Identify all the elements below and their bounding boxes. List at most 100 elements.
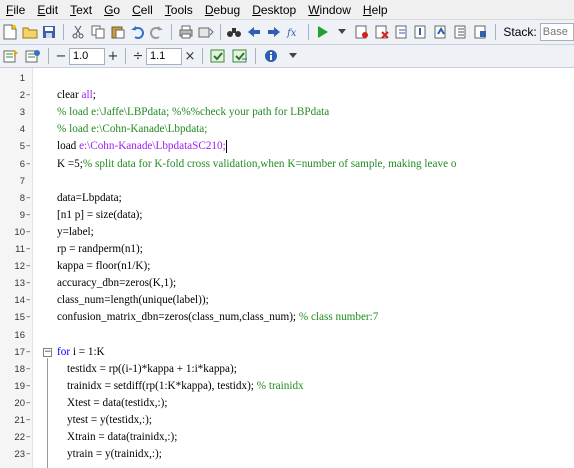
code-line[interactable]: 5– load e:\Cohn-Kanade\LbpdataSC210; bbox=[0, 138, 574, 155]
code-text[interactable]: Xtest = data(testidx,:); bbox=[67, 395, 167, 412]
code-line[interactable]: 13– accuracy_dbn=zeros(K,1); bbox=[0, 275, 574, 292]
menu-cell[interactable]: Cell bbox=[126, 0, 159, 20]
code-text[interactable]: class_num=length(unique(label)); bbox=[57, 292, 209, 309]
code-line[interactable]: 17– − for i = 1:K bbox=[0, 344, 574, 361]
code-text[interactable]: data=Lbpdata; bbox=[57, 190, 122, 207]
menu-text[interactable]: Text bbox=[64, 0, 98, 20]
save-icon[interactable] bbox=[41, 22, 59, 42]
code-line[interactable]: 8– data=Lbpdata; bbox=[0, 190, 574, 207]
code-line[interactable]: 20– Xtest = data(testidx,:); bbox=[0, 395, 574, 412]
code-text[interactable]: accuracy_dbn=zeros(K,1); bbox=[57, 275, 176, 292]
menu-edit[interactable]: Edit bbox=[31, 0, 64, 20]
evaluate-and-advance-icon[interactable] bbox=[230, 46, 250, 66]
redo-icon[interactable] bbox=[148, 22, 166, 42]
run-icon[interactable] bbox=[314, 22, 332, 42]
executable-line-marker[interactable]: – bbox=[26, 275, 33, 292]
code-line[interactable]: 14– class_num=length(unique(label)); bbox=[0, 292, 574, 309]
code-text[interactable]: testidx = rp((i-1)*kappa + 1:i*kappa); bbox=[67, 361, 237, 378]
executable-line-marker[interactable]: – bbox=[26, 309, 33, 326]
print-icon[interactable] bbox=[177, 22, 195, 42]
continue-icon[interactable] bbox=[452, 22, 470, 42]
menu-go[interactable]: Go bbox=[98, 0, 126, 20]
code-line[interactable]: 18– testidx = rp((i-1)*kappa + 1:i*kappa)… bbox=[0, 361, 574, 378]
executable-line-marker[interactable]: – bbox=[26, 258, 33, 275]
code-line[interactable]: 2– clear all; bbox=[0, 87, 574, 104]
code-line[interactable]: 1 bbox=[0, 70, 574, 87]
code-text[interactable]: for i = 1:K bbox=[57, 344, 105, 361]
increment-button[interactable]: + bbox=[105, 49, 121, 64]
copy-icon[interactable] bbox=[89, 22, 107, 42]
menu-tools[interactable]: Tools bbox=[159, 0, 199, 20]
code-line[interactable]: 4 % load e:\Cohn-Kanade\Lbpdata; bbox=[0, 121, 574, 138]
executable-line-marker[interactable]: – bbox=[26, 87, 33, 104]
code-text[interactable]: clear all; bbox=[57, 87, 96, 104]
open-folder-icon[interactable] bbox=[21, 22, 39, 42]
forward-arrow-icon[interactable] bbox=[265, 22, 283, 42]
code-line[interactable]: 16 bbox=[0, 327, 574, 344]
evaluate-cell-icon[interactable] bbox=[208, 46, 228, 66]
insert-cell-icon[interactable] bbox=[1, 46, 21, 66]
dropdown-arrow-icon[interactable] bbox=[333, 22, 351, 42]
code-editor[interactable]: 1 2– clear all; 3% load e:\Jaffe\LBPdata; %… bbox=[0, 68, 574, 468]
menu-desktop[interactable]: Desktop bbox=[246, 0, 302, 20]
multiply-value-input[interactable]: 1.1 bbox=[146, 47, 182, 65]
executable-line-marker[interactable]: – bbox=[26, 395, 33, 412]
find-binoculars-icon[interactable] bbox=[225, 22, 243, 42]
code-line[interactable]: 10– y=label; bbox=[0, 224, 574, 241]
step-out-icon[interactable] bbox=[432, 22, 450, 42]
executable-line-marker[interactable]: – bbox=[26, 412, 33, 429]
executable-line-marker[interactable]: – bbox=[26, 138, 33, 155]
step-icon[interactable] bbox=[393, 22, 411, 42]
executable-line-marker[interactable]: – bbox=[26, 207, 33, 224]
menu-window[interactable]: Window bbox=[302, 0, 357, 20]
executable-line-marker[interactable]: – bbox=[26, 224, 33, 241]
code-line[interactable]: 12– kappa = floor(n1/K); bbox=[0, 258, 574, 275]
code-text[interactable]: load e:\Cohn-Kanade\LbpdataSC210; bbox=[57, 138, 227, 155]
code-text[interactable]: y=label; bbox=[57, 224, 94, 241]
code-line[interactable]: 3 % load e:\Jaffe\LBPdata; %%%check your … bbox=[0, 104, 574, 121]
code-line[interactable]: 7 bbox=[0, 173, 574, 190]
function-browser-icon[interactable]: fx bbox=[285, 22, 303, 42]
executable-line-marker[interactable]: – bbox=[26, 190, 33, 207]
multiply-button[interactable]: × bbox=[182, 49, 198, 64]
executable-line-marker[interactable]: – bbox=[26, 429, 33, 446]
undo-icon[interactable] bbox=[129, 22, 147, 42]
executable-line-marker[interactable]: – bbox=[26, 292, 33, 309]
stack-dropdown[interactable]: Base bbox=[539, 23, 574, 41]
back-arrow-icon[interactable] bbox=[245, 22, 263, 42]
code-fold-toggle-icon[interactable]: − bbox=[43, 347, 52, 357]
code-text[interactable]: ytrain = y(trainidx,:); bbox=[67, 446, 162, 463]
code-text[interactable]: K =5;% split data for K-fold cross valid… bbox=[57, 156, 456, 173]
executable-line-marker[interactable]: – bbox=[26, 361, 33, 378]
new-file-icon[interactable] bbox=[1, 22, 19, 42]
code-text[interactable]: % load e:\Cohn-Kanade\Lbpdata; bbox=[57, 121, 207, 138]
code-line[interactable]: 19– trainidx = setdiff(rp(1:K*kappa), tes… bbox=[0, 378, 574, 395]
menu-file[interactable]: File bbox=[0, 0, 31, 20]
cut-icon[interactable] bbox=[69, 22, 87, 42]
code-line[interactable]: 15– confusion_matrix_dbn=zeros(class_num,… bbox=[0, 309, 574, 326]
code-line[interactable]: 23– ytrain = y(trainidx,:); bbox=[0, 446, 574, 463]
exit-debug-icon[interactable] bbox=[472, 22, 490, 42]
executable-line-marker[interactable]: – bbox=[26, 241, 33, 258]
info-icon[interactable] bbox=[261, 46, 281, 66]
cell-help-icon[interactable] bbox=[23, 46, 43, 66]
code-text[interactable]: kappa = floor(n1/K); bbox=[57, 258, 150, 275]
divide-button[interactable]: ÷ bbox=[130, 49, 146, 64]
menu-help[interactable]: Help bbox=[357, 0, 394, 20]
decrement-button[interactable]: − bbox=[53, 49, 69, 64]
code-text[interactable]: [n1 p] = size(data); bbox=[57, 207, 143, 224]
code-line[interactable]: 9– [n1 p] = size(data); bbox=[0, 207, 574, 224]
find-files-icon[interactable] bbox=[197, 22, 215, 42]
code-text[interactable]: trainidx = setdiff(rp(1:K*kappa), testid… bbox=[67, 378, 304, 395]
menu-debug[interactable]: Debug bbox=[199, 0, 246, 20]
dropdown-arrow-icon[interactable] bbox=[283, 46, 303, 66]
code-line[interactable]: 11– rp = randperm(n1); bbox=[0, 241, 574, 258]
set-breakpoint-icon[interactable] bbox=[353, 22, 371, 42]
decrement-value-input[interactable]: 1.0 bbox=[69, 47, 105, 65]
code-line[interactable]: 22– Xtrain = data(trainidx,:); bbox=[0, 429, 574, 446]
code-text[interactable]: % load e:\Jaffe\LBPdata; %%%check your p… bbox=[57, 104, 329, 121]
code-line[interactable]: 6– K =5;% split data for K-fold cross val… bbox=[0, 156, 574, 173]
code-line[interactable]: 21– ytest = y(testidx,:); bbox=[0, 412, 574, 429]
executable-line-marker[interactable]: – bbox=[26, 156, 33, 173]
executable-line-marker[interactable]: – bbox=[26, 344, 33, 361]
